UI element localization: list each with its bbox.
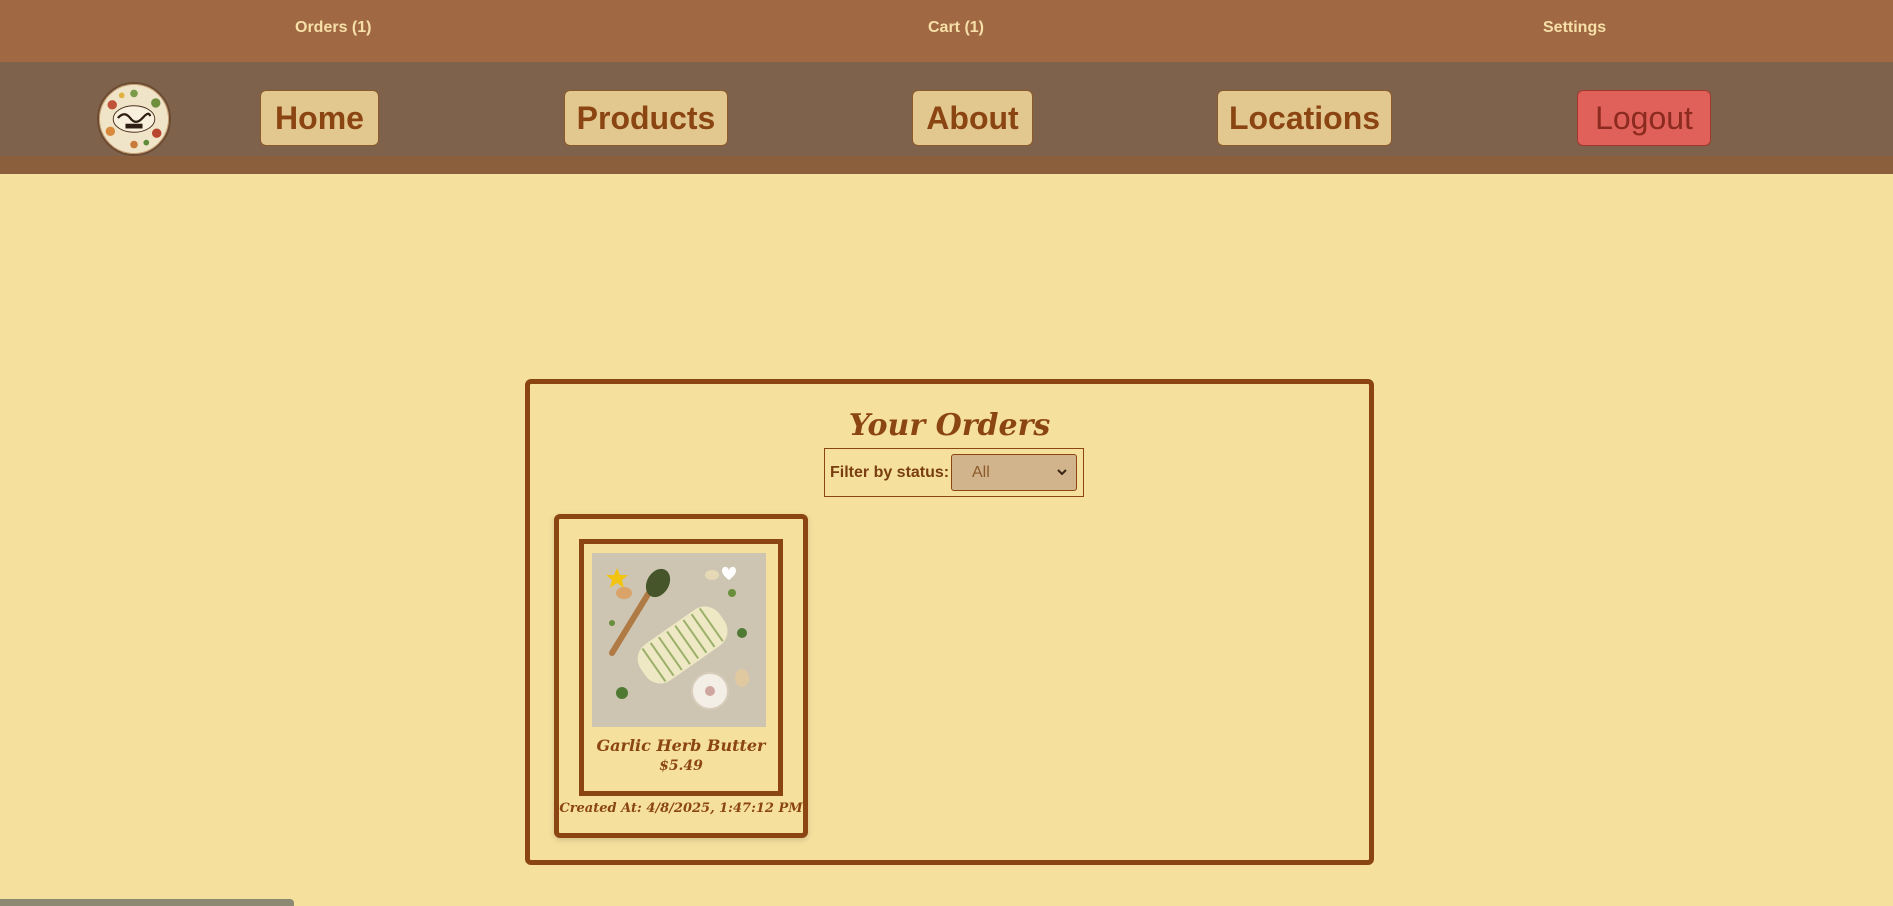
orders-link[interactable]: Orders (1) [295,19,371,37]
nav-about-button[interactable]: About [912,90,1033,146]
horizontal-scrollbar[interactable] [0,899,294,906]
order-created-at: Created At: 4/8/2025, 1:47:12 PM [559,801,803,816]
nav-home-button[interactable]: Home [260,90,379,146]
filter-selected-value: All [972,463,990,481]
product-card[interactable]: Garlic Herb Butter $5.49 [579,539,783,796]
taylor-made-logo-icon[interactable] [97,82,171,156]
status-filter: Filter by status: All [824,448,1084,497]
filter-label: Filter by status: [830,463,950,481]
orders-panel: Your Orders Filter by status: All Garlic… [525,379,1374,865]
logout-button[interactable]: Logout [1577,90,1711,146]
page-title: Your Orders [848,408,1051,443]
order-card[interactable]: Garlic Herb Butter $5.49 Created At: 4/8… [554,514,808,838]
chevron-down-icon [1057,469,1067,476]
product-name: Garlic Herb Butter [596,736,766,755]
nav-locations-button[interactable]: Locations [1217,90,1392,146]
status-filter-select[interactable]: All [951,454,1077,491]
product-image [592,553,766,727]
settings-link[interactable]: Settings [1543,19,1606,37]
product-price: $5.49 [659,758,703,774]
cart-link[interactable]: Cart (1) [928,19,984,37]
nav-products-button[interactable]: Products [564,90,728,146]
top-utility-bar: Orders (1) Cart (1) Settings [0,0,1893,62]
nav-divider [0,156,1893,174]
